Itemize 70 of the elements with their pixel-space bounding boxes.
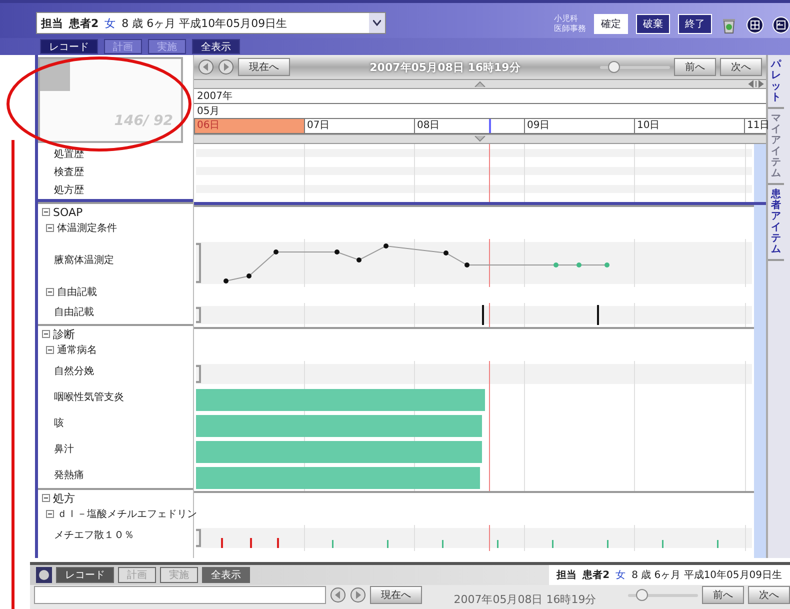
collapse-icon[interactable] xyxy=(46,288,54,296)
dropdown-icon[interactable] xyxy=(373,20,381,26)
scroll-thumb[interactable] xyxy=(40,59,70,91)
collapse-icon[interactable] xyxy=(46,510,54,518)
now-button[interactable]: 現在へ xyxy=(238,58,290,76)
bracket-icon xyxy=(196,365,201,383)
section-title: 診断 xyxy=(53,326,75,342)
exit-icon[interactable] xyxy=(772,16,790,34)
prev-button[interactable]: 前へ xyxy=(674,58,716,76)
day-cell[interactable]: 10日 xyxy=(634,119,744,133)
palette-tab[interactable]: 患者アイテム xyxy=(768,185,784,261)
next-button[interactable]: 次へ xyxy=(748,586,790,604)
history-label: 検査歴 xyxy=(54,166,84,179)
section-title: 処方 xyxy=(53,490,75,506)
header-button[interactable]: 終了 xyxy=(678,14,712,34)
row-label: 咳 xyxy=(54,416,64,430)
collapse-icon[interactable] xyxy=(46,346,54,354)
collapse-icon[interactable] xyxy=(46,224,54,232)
palette-tab[interactable]: パレット xyxy=(768,55,784,109)
expand-icon[interactable] xyxy=(474,136,486,142)
next-button[interactable]: 次へ xyxy=(720,58,762,76)
history-label: 処方歴 xyxy=(54,184,84,197)
group-title: 通常病名 xyxy=(57,344,97,357)
day-cell[interactable]: 09日 xyxy=(524,119,634,133)
row-label: 自由記載 xyxy=(54,306,94,319)
collapse-icon[interactable] xyxy=(42,208,50,216)
forward-icon[interactable] xyxy=(350,587,366,603)
scrollbar[interactable] xyxy=(754,144,766,202)
bracket-icon xyxy=(196,307,201,323)
patient-summary: 担当 患者2 女 8 歳 6ヶ月 平成10年05月09日生 xyxy=(548,565,790,585)
department-label: 小児科 xyxy=(554,14,579,24)
header-button[interactable]: 破棄 xyxy=(636,14,670,34)
collapse-icon[interactable] xyxy=(42,494,50,502)
section-title: SOAP xyxy=(53,206,83,218)
department-label: 医師事務 xyxy=(554,24,586,34)
group-title: ｄｌ－塩酸メチルエフェドリン xyxy=(57,508,197,521)
row-label: 自然分娩 xyxy=(54,365,94,378)
patient-selector[interactable]: 担当 患者2 女 8 歳 6ヶ月 平成10年05月09日生 xyxy=(36,12,386,34)
collapse-icon[interactable] xyxy=(42,330,50,338)
now-button[interactable]: 現在へ xyxy=(370,586,422,604)
current-datetime: 2007年05月08日 16時19分 xyxy=(452,592,598,606)
current-datetime: 2007年05月08日 16時19分 xyxy=(368,60,522,74)
view-tab[interactable]: 全表示 xyxy=(202,567,250,583)
back-icon[interactable] xyxy=(330,587,346,603)
day-cell[interactable]: 07日 xyxy=(304,119,414,133)
scrollbar[interactable] xyxy=(754,205,766,558)
zoom-slider[interactable] xyxy=(600,61,670,73)
back-icon[interactable] xyxy=(198,59,214,75)
month-label: 05月 xyxy=(197,105,220,118)
group-title: 体温測定条件 xyxy=(57,222,117,235)
forward-icon[interactable] xyxy=(218,59,234,75)
bracket-icon xyxy=(196,243,201,283)
row-label: メチエフ散１０％ xyxy=(54,529,134,542)
row-label: 腋窩体温測定 xyxy=(54,254,114,267)
view-tab[interactable]: 全表示 xyxy=(192,39,240,54)
view-tab[interactable]: レコード xyxy=(56,567,114,583)
zoom-slider[interactable] xyxy=(628,589,698,601)
row-label: 咽喉性気管支炎 xyxy=(54,390,124,404)
bracket-icon xyxy=(196,529,201,547)
view-tab[interactable]: レコード xyxy=(40,39,98,54)
group-title: 自由記載 xyxy=(57,286,97,299)
row-label: 鼻汁 xyxy=(54,442,74,456)
grid-icon[interactable] xyxy=(746,16,764,34)
prev-button[interactable]: 前へ xyxy=(702,586,744,604)
row-label: 発熱痛 xyxy=(54,468,84,482)
year-label: 2007年 xyxy=(197,90,232,103)
trash-icon[interactable] xyxy=(720,16,738,34)
header-button[interactable]: 確定 xyxy=(594,14,628,34)
app-icon[interactable] xyxy=(36,567,52,583)
fit-icon[interactable] xyxy=(748,80,764,88)
